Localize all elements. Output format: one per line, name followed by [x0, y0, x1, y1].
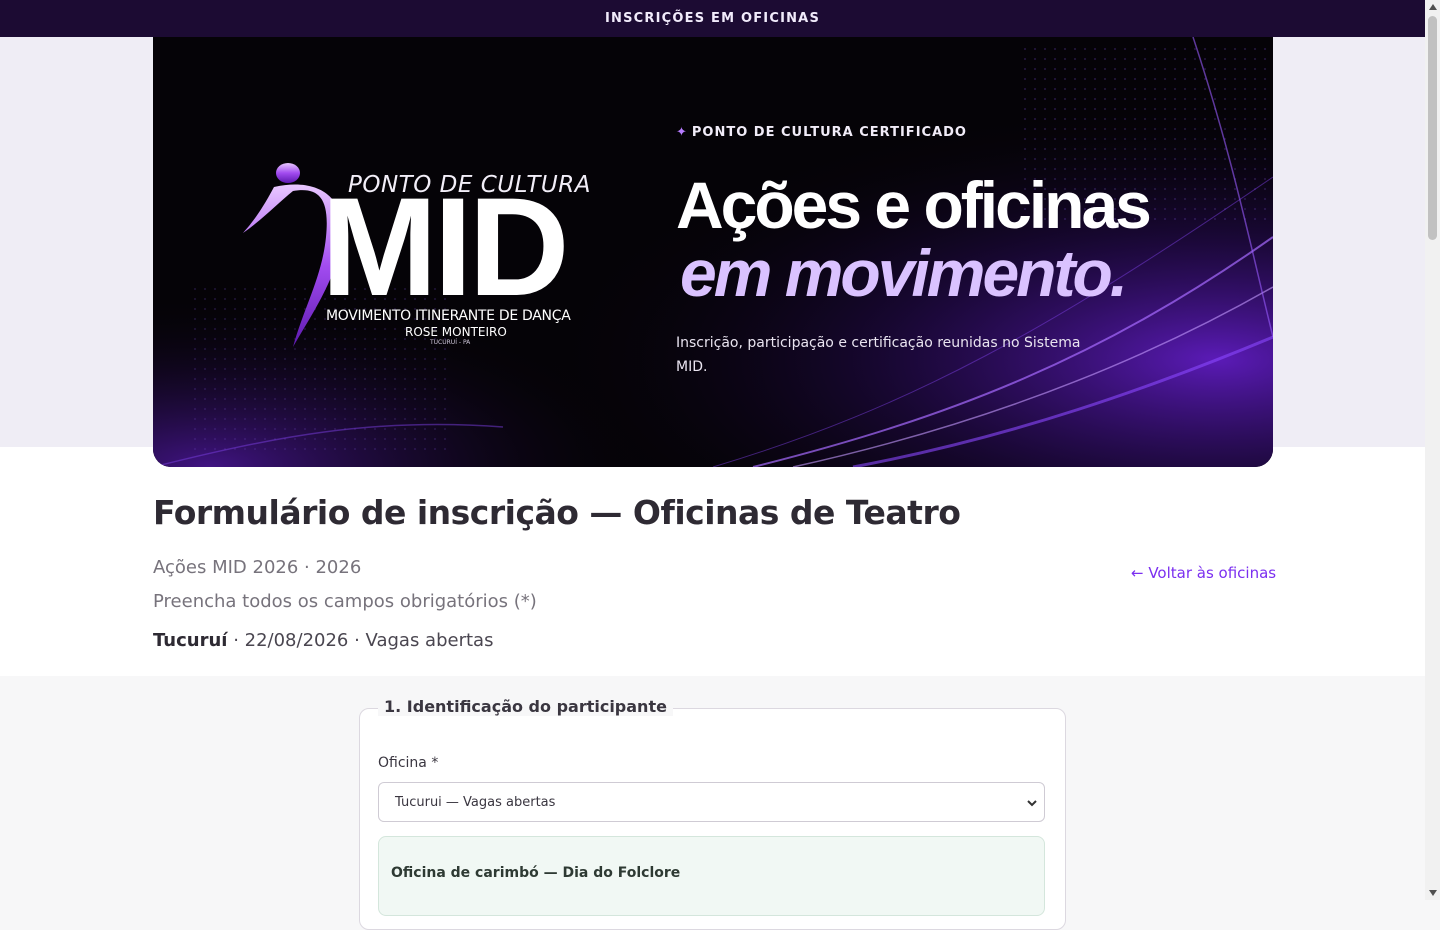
back-to-workshops-link[interactable]: ← Voltar às oficinas — [1131, 564, 1276, 582]
banner-headline-line-2: em movimento. — [680, 236, 1128, 310]
workshop-date-status: · 22/08/2026 · Vagas abertas — [227, 630, 494, 651]
scroll-up-arrow-icon[interactable] — [1429, 4, 1437, 10]
page-scrollbar[interactable] — [1425, 0, 1440, 900]
section-legend: 1. Identificação do participante — [378, 697, 673, 716]
workshop-details: Tucuruí · 22/08/2026 · Vagas abertas — [153, 630, 493, 651]
workshop-city: Tucuruí — [153, 630, 228, 651]
banner-headline-line-1: Ações e oficinas — [676, 168, 1152, 242]
workshop-info-box: Oficina de carimbó — Dia do Folclore — [378, 836, 1045, 916]
form-instructions: Preencha todos os campos obrigatórios (*… — [153, 591, 537, 612]
scroll-down-arrow-icon[interactable] — [1429, 890, 1437, 896]
top-bar-title: INSCRIÇÕES EM OFICINAS — [604, 11, 821, 26]
chevron-down-icon — [1027, 800, 1037, 807]
banner-kicker: ✦ PONTO DE CULTURA CERTIFICADO — [676, 125, 967, 140]
workshop-info-title: Oficina de carimbó — Dia do Folclore — [391, 865, 681, 881]
oficina-select[interactable]: Tucurui — Vagas abertas — [378, 782, 1045, 822]
page-subtitle: Ações MID 2026 · 2026 — [153, 557, 362, 578]
hero-banner: PONTO DE CULTURA MID MOVIMENTO ITINERANT… — [153, 37, 1273, 467]
banner-description: Inscrição, participação e certificação r… — [676, 335, 1081, 375]
mid-logo: PONTO DE CULTURA MID MOVIMENTO ITINERANT… — [238, 157, 608, 377]
oficina-label: Oficina * — [378, 755, 439, 771]
logo-location: TUCURUÍ - PA — [430, 339, 471, 346]
logo-author: ROSE MONTEIRO — [405, 325, 507, 339]
oficina-selected-value: Tucurui — Vagas abertas — [395, 795, 556, 810]
scroll-thumb[interactable] — [1428, 16, 1437, 240]
sparkle-icon: ✦ — [676, 125, 688, 140]
page-title: Formulário de inscrição — Oficinas de Te… — [153, 493, 961, 532]
logo-subtitle: MOVIMENTO ITINERANTE DE DANÇA — [326, 308, 571, 324]
logo-wordmark: MID — [321, 168, 570, 325]
top-bar: INSCRIÇÕES EM OFICINAS — [0, 0, 1425, 37]
banner-kicker-text: PONTO DE CULTURA CERTIFICADO — [691, 125, 967, 140]
